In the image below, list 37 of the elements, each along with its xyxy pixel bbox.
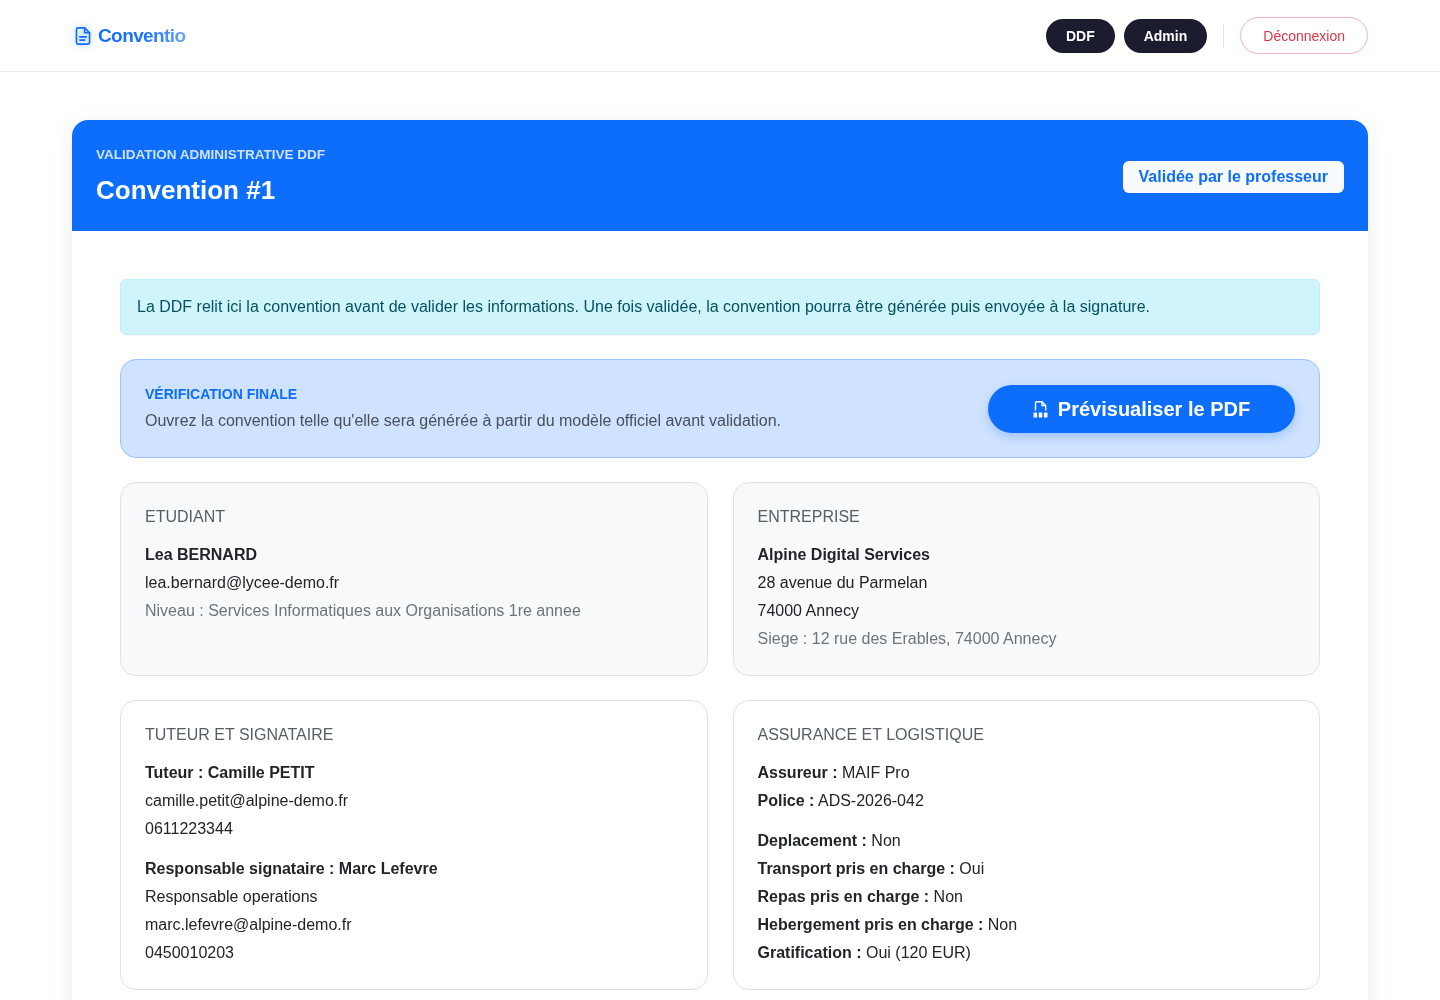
convention-title: Convention #1 [96,173,277,207]
card-text: Responsable signataire : Marc Lefevre [145,859,439,879]
card-text: Gratification : Oui (120 EUR) [757,943,972,963]
card-text: 0611223344 [145,819,234,839]
card-text: camille.petit@alpine-demo.fr [145,791,349,811]
file-icon [1032,400,1048,418]
card-text: 74000 Annecy [757,601,860,621]
card-text: Lea BERNARD [145,545,258,565]
logout-button[interactable]: Déconnexion [1240,17,1368,54]
card-text: 28 avenue du Parmelan [757,573,929,593]
card-text: Alpine Digital Services [757,545,931,565]
section-eyebrow: VÉRIFICATION FINALE [145,385,299,403]
header-eyebrow: VALIDATION ADMINISTRATIVE DDF [96,146,325,163]
info-alert: La DDF relit ici la convention avant de valider les informations. Une fois validée, la convention pourra être générée puis envoyée à la signature. [120,279,1320,335]
card-text: Repas pris en charge : Non [757,887,964,907]
card-text: lea.bernard@lycee-demo.fr [145,573,341,593]
final-check-text: Ouvrez la convention telle qu'elle sera générée à partir du modèle officiel avant validation. [145,411,782,431]
card-text: Responsable operations [145,887,319,907]
card-text: Tuteur : Camille PETIT [145,763,316,783]
role-button[interactable]: Admin [1123,18,1208,53]
preview-pdf-button[interactable]: Prévisualiser le PDF [988,385,1295,433]
card-text: 0450010203 [145,943,235,963]
card-title: TUTEUR ET SIGNATAIRE [145,725,335,744]
status-badge: Validée par le professeur [1122,160,1344,193]
card-text: Hebergement pris en charge : Non [757,915,1019,935]
card-text: Police : ADS-2026-042 [757,791,925,811]
card-text: Transport pris en charge : Oui [757,859,986,879]
card-title: ETUDIANT [145,507,226,526]
card-text: Siege : 12 rue des Erables, 74000 Annecy [757,629,1058,649]
document-icon [74,26,92,45]
card-text: marc.lefevre@alpine-demo.fr [145,915,353,935]
card-title: ENTREPRISE [757,507,861,526]
card-text: Niveau : Services Informatiques aux Organisations 1re annee [145,601,582,621]
card-text: Deplacement : Non [757,831,902,851]
card-title: ASSURANCE ET LOGISTIQUE [757,725,985,744]
card-text: Assureur : MAIF Pro [757,763,911,783]
role-button[interactable]: DDF [1045,18,1115,53]
